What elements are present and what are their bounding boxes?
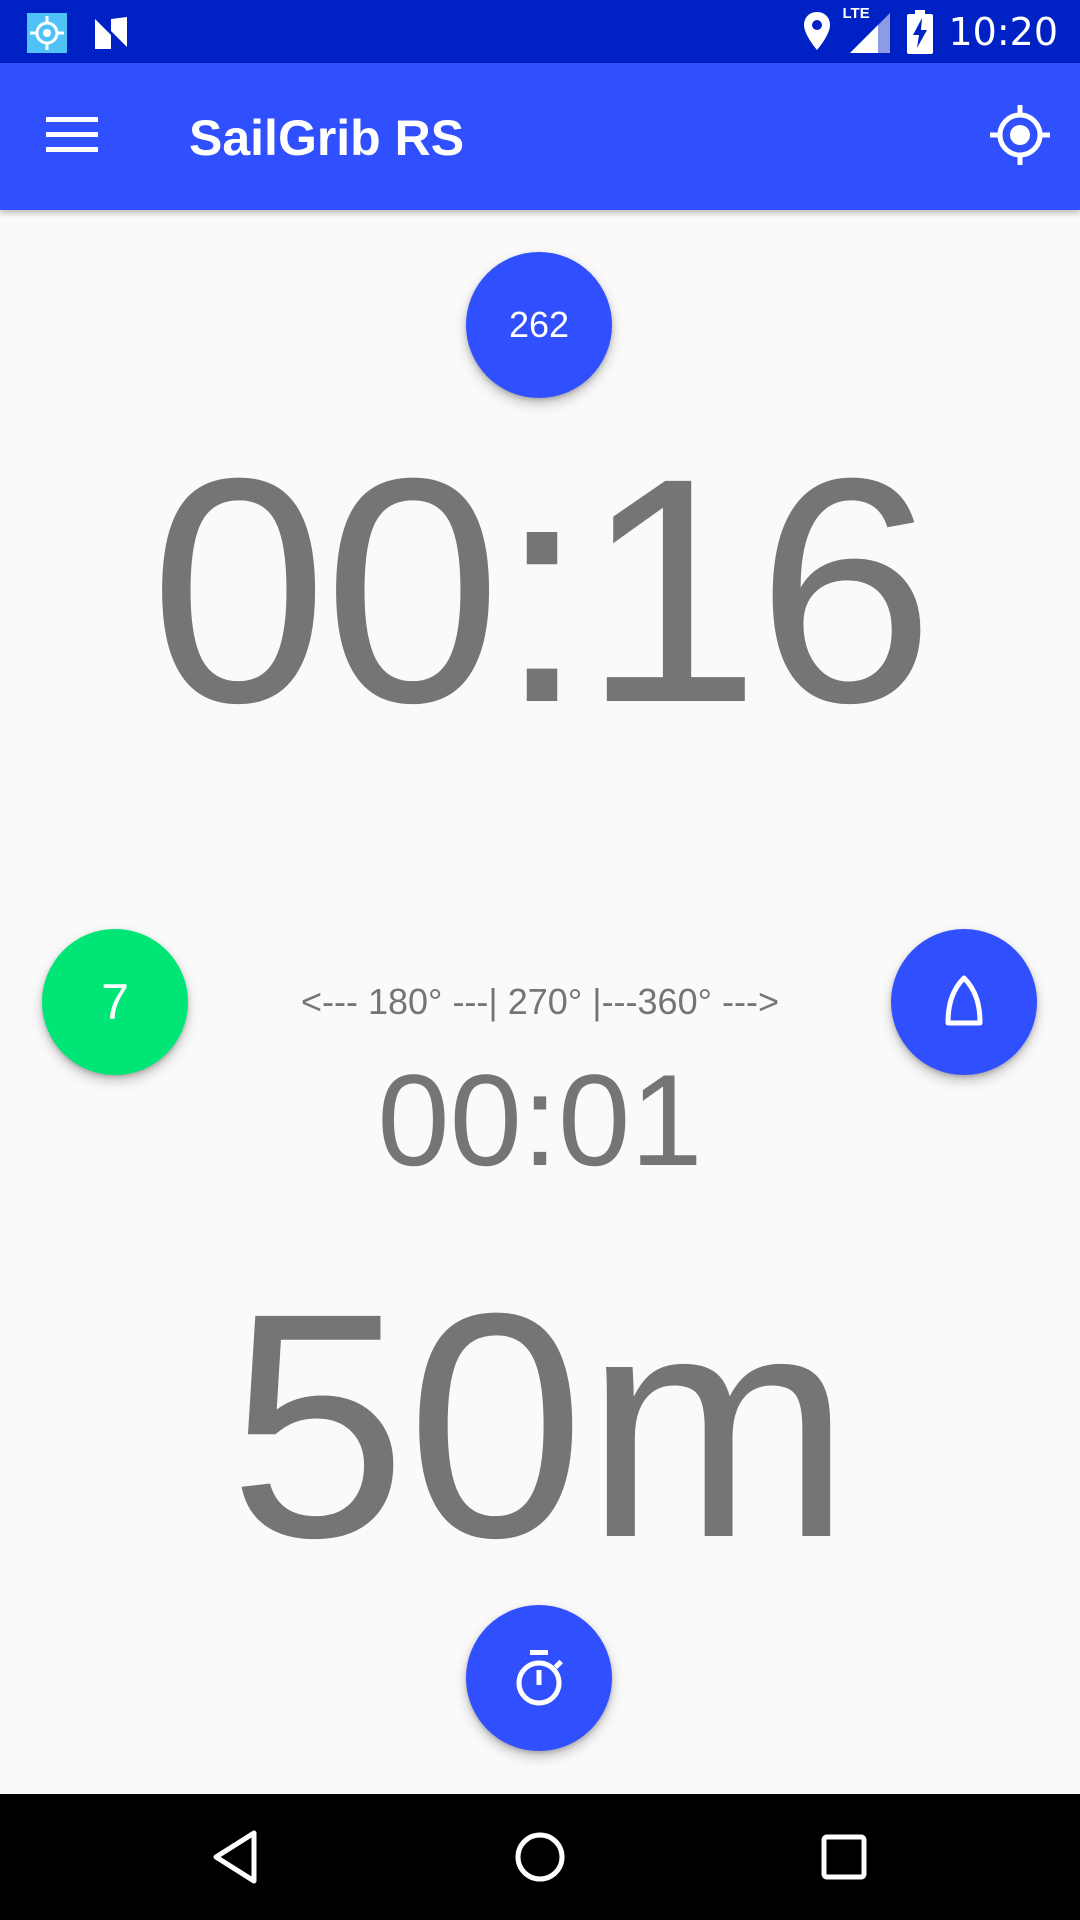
stopwatch-icon (516, 1650, 563, 1706)
boat-button[interactable] (891, 929, 1037, 1075)
location-icon (804, 12, 831, 50)
status-left-icons (27, 13, 131, 53)
network-label: LTE (842, 5, 870, 22)
gps-app-icon (27, 13, 67, 53)
recents-icon (821, 1834, 867, 1880)
signal-icon: LTE (842, 5, 892, 55)
distance-value: 50m (228, 1246, 852, 1604)
back-button[interactable] (206, 1827, 266, 1887)
my-location-icon (990, 105, 1050, 165)
back-icon (213, 1830, 257, 1884)
my-location-button[interactable] (988, 103, 1052, 167)
heading-button[interactable]: 262 (466, 252, 612, 398)
hamburger-menu-icon (46, 117, 98, 152)
navigation-bar (0, 1794, 1080, 1920)
menu-button[interactable] (46, 113, 98, 157)
countdown-timer: 00:16 (149, 411, 935, 769)
app-title: SailGrib RS (189, 110, 465, 166)
status-right-icons: LTE 10:20 (802, 5, 1058, 56)
home-icon (515, 1832, 565, 1882)
n-app-icon (95, 17, 127, 49)
heading-value: 262 (508, 304, 570, 345)
recents-button[interactable] (814, 1827, 874, 1887)
status-bar: LTE 10:20 (0, 0, 1080, 63)
home-button[interactable] (510, 1827, 570, 1887)
secondary-timer: 00:01 (377, 1047, 703, 1193)
status-clock: 10:20 (948, 10, 1058, 54)
battery-charging-icon (907, 10, 934, 54)
boat-icon (945, 975, 983, 1026)
app-bar: SailGrib RS (0, 63, 1080, 210)
timer-button[interactable] (466, 1605, 612, 1751)
